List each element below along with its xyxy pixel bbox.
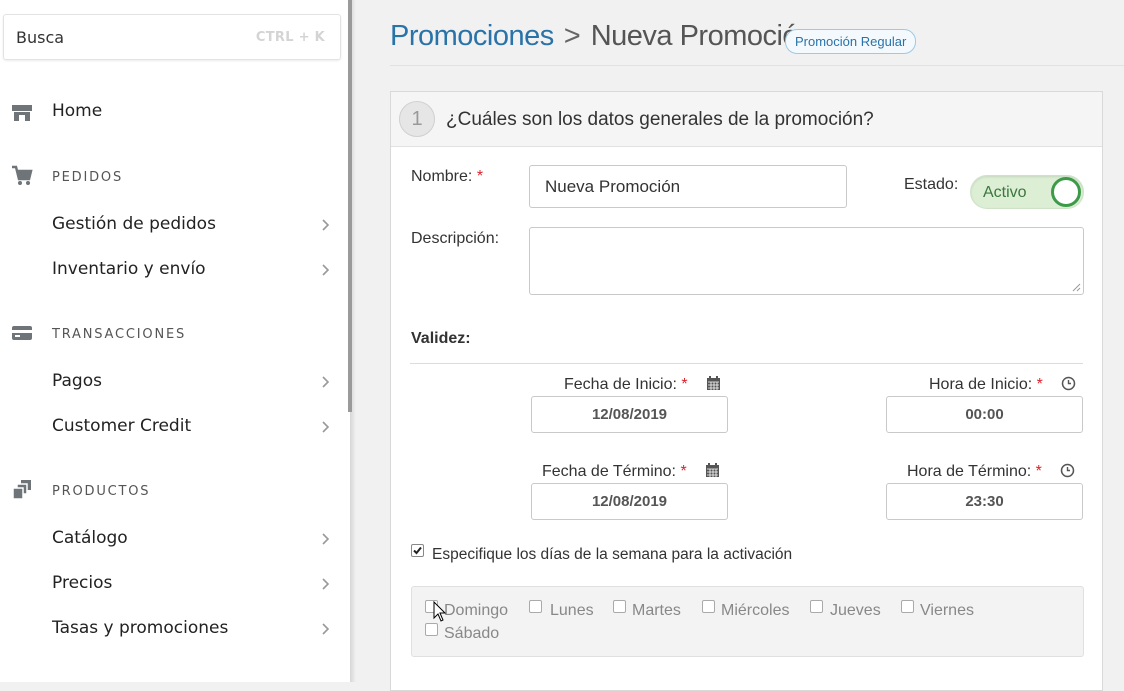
day-label: Martes (632, 602, 681, 619)
store-icon (12, 105, 32, 121)
sidebar-item-precios[interactable]: Precios (52, 573, 337, 597)
section-pedidos: PEDIDOS (52, 170, 123, 185)
cart-icon (12, 165, 33, 185)
day-checkbox-miercoles[interactable] (702, 600, 715, 613)
page-title: Nueva Promoción (590, 20, 815, 52)
required-mark: * (681, 376, 688, 393)
end-date-field[interactable]: 12/08/2019 (531, 483, 728, 520)
day-checkbox-sabado[interactable] (425, 623, 438, 636)
validity-heading: Validez: (411, 330, 471, 347)
chevron-right-icon (322, 421, 330, 433)
day-checkbox-jueves[interactable] (810, 600, 823, 613)
start-time-field[interactable]: 00:00 (886, 396, 1083, 433)
day-label: Miércoles (721, 602, 790, 619)
calendar-icon[interactable] (706, 376, 721, 391)
day-checkbox-martes[interactable] (613, 600, 626, 613)
sidebar-item-label: Catálogo (52, 528, 128, 548)
description-label: Descripción: (411, 230, 500, 247)
end-time-field[interactable]: 23:30 (886, 483, 1083, 520)
layers-icon (12, 480, 31, 500)
day-label: Viernes (920, 602, 974, 619)
required-mark: * (1035, 463, 1042, 480)
weekdays-checkbox[interactable] (411, 544, 424, 557)
panel-header: 1 ¿Cuáles son los datos generales de la … (391, 92, 1102, 147)
search-placeholder: Busca (16, 28, 65, 47)
name-label-text: Nombre: (411, 168, 473, 185)
mouse-cursor-icon (433, 601, 447, 622)
start-date-label: Fecha de Inicio: * (564, 376, 721, 394)
start-time-label-text: Hora de Inicio: (929, 376, 1033, 393)
sidebar-item-label: Tasas y promociones (52, 618, 229, 638)
sidebar-item-label: Customer Credit (52, 416, 192, 436)
chevron-right-icon (322, 623, 330, 635)
sidebar-item-inventario-envio[interactable]: Inventario y envío (52, 259, 337, 283)
required-mark: * (1036, 376, 1043, 393)
general-data-panel: 1 ¿Cuáles son los datos generales de la … (390, 91, 1103, 691)
search-shortcut-hint: CTRL + K (255, 30, 325, 45)
day-label: Jueves (830, 602, 881, 619)
sidebar-item-catalogo[interactable]: Catálogo (52, 528, 337, 552)
name-field[interactable]: Nueva Promoción (529, 165, 847, 208)
chevron-right-icon (322, 219, 330, 231)
breadcrumb: Promociones > Nueva Promoción (390, 20, 814, 53)
day-label: Lunes (550, 602, 594, 619)
name-field-value: Nueva Promoción (545, 177, 681, 196)
search-input[interactable]: Busca CTRL + K (3, 14, 341, 60)
required-mark: * (680, 463, 687, 480)
sidebar-item-gestion-pedidos[interactable]: Gestión de pedidos (52, 214, 337, 238)
sidebar-item-label: Precios (52, 573, 113, 593)
calendar-icon[interactable] (705, 463, 720, 478)
day-checkbox-lunes[interactable] (529, 600, 542, 613)
name-label: Nombre: * (411, 168, 483, 186)
start-date-field[interactable]: 12/08/2019 (531, 396, 728, 433)
sidebar-item-pagos[interactable]: Pagos (52, 371, 337, 395)
day-label: Domingo (444, 602, 509, 619)
sidebar-item-label: Gestión de pedidos (52, 214, 216, 234)
sidebar-item-customer-credit[interactable]: Customer Credit (52, 416, 337, 440)
validity-divider (410, 363, 1083, 364)
end-date-label-text: Fecha de Término: (542, 463, 676, 480)
chevron-right-icon (322, 578, 330, 590)
clock-icon[interactable] (1061, 376, 1076, 391)
section-productos: PRODUCTOS (52, 484, 151, 499)
sidebar: Busca CTRL + K Home PEDIDOS Gestión de p… (0, 0, 350, 682)
section-transacciones: TRANSACCIONES (52, 327, 187, 342)
end-date-label: Fecha de Término: * (542, 463, 720, 481)
panel-title: ¿Cuáles son los datos generales de la pr… (446, 109, 874, 130)
required-mark: * (476, 168, 484, 185)
sidebar-item-home[interactable]: Home (52, 101, 102, 121)
checkmark-icon (413, 546, 422, 555)
weekday-options: Domingo Lunes Martes Miércoles Jueves Vi… (411, 586, 1084, 657)
description-field[interactable] (529, 227, 1084, 295)
chevron-right-icon (322, 533, 330, 545)
state-label: Estado: (904, 176, 959, 193)
sidebar-item-tasas-promociones[interactable]: Tasas y promociones (52, 618, 337, 642)
header-divider (390, 65, 1124, 66)
breadcrumb-separator: > (563, 20, 581, 52)
resize-handle-icon[interactable] (1071, 282, 1081, 292)
start-date-label-text: Fecha de Inicio: (564, 376, 677, 393)
breadcrumb-promociones[interactable]: Promociones (390, 20, 554, 52)
chevron-right-icon (322, 264, 330, 276)
end-time-label-text: Hora de Término: (907, 463, 1032, 480)
toggle-knob (1051, 177, 1081, 207)
end-time-label: Hora de Término: * (907, 463, 1075, 481)
sidebar-item-label: Inventario y envío (52, 259, 206, 279)
step-number: 1 (399, 101, 435, 137)
chevron-right-icon (322, 376, 330, 388)
credit-card-icon (12, 326, 32, 340)
day-label: Sábado (444, 625, 500, 642)
weekdays-label: Especifique los días de la semana para l… (432, 546, 793, 563)
sidebar-item-label: Pagos (52, 371, 102, 391)
start-time-label: Hora de Inicio: * (929, 376, 1076, 394)
promotion-type-badge: Promoción Regular (785, 29, 917, 54)
state-toggle-label: Activo (983, 184, 1027, 201)
sidebar-scrollbar[interactable] (348, 0, 352, 412)
clock-icon[interactable] (1060, 463, 1075, 478)
state-toggle[interactable]: Activo (970, 175, 1084, 209)
day-checkbox-viernes[interactable] (901, 600, 914, 613)
